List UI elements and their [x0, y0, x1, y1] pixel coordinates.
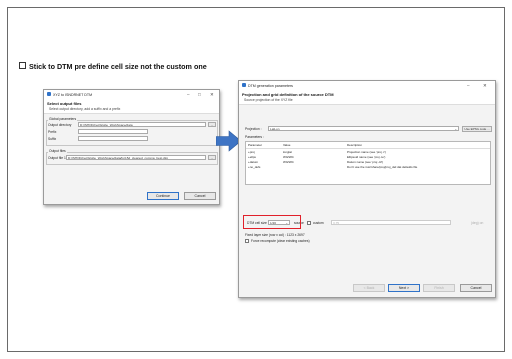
custom-label: custom: [313, 220, 324, 225]
dtm-parameters-dialog: DTM generation parameters – ✕ Projection…: [238, 80, 496, 298]
bullet-point: Stick to DTM pre define cell size not th…: [19, 62, 207, 71]
table-cell: Don't use the /usr/share/proj/proj_def.d…: [347, 164, 418, 169]
dialog-titlebar: XYZ to ISNDRNET DTM – □ ✕: [44, 90, 219, 99]
output-directory-input[interactable]: D:/ISHOD/net/Globe_WorkSpace/data: [78, 122, 206, 127]
table-cell: Datum name (see 'proj -ld'): [347, 159, 383, 164]
column-header: Value: [283, 143, 291, 148]
output-file-label: Output file 1: [48, 155, 66, 160]
continue-button[interactable]: Continue: [147, 192, 179, 200]
header-subtitle: Select output directory, add a suffix an…: [49, 106, 121, 111]
prefix-input[interactable]: [78, 129, 148, 134]
bullet-text: Stick to DTM pre define cell size not th…: [29, 62, 207, 71]
suffix-label: Suffix: [48, 137, 57, 141]
table-header: Parameter Value Description: [246, 142, 490, 149]
table-cell: WGS84: [283, 154, 294, 159]
parameters-label: Parameters :: [245, 135, 264, 139]
projection-label: Projection :: [245, 127, 262, 131]
table-cell: WGS84: [283, 159, 294, 164]
table-cell: longlat: [283, 149, 292, 154]
table-cell: +no_defs: [248, 164, 261, 169]
back-button[interactable]: < Back: [353, 284, 385, 292]
next-button[interactable]: Next >: [388, 284, 420, 292]
table-cell: +datum: [248, 159, 259, 164]
output-directory-label: Output directory: [48, 123, 72, 127]
app-icon: [242, 83, 246, 88]
suffix-input[interactable]: [78, 136, 148, 141]
browse-directory-button[interactable]: ...: [208, 122, 216, 127]
dialog-header: Select output files Select output direct…: [44, 99, 219, 114]
force-recompute-label: Force recompute (clear existing caches): [251, 239, 310, 243]
app-icon: [47, 92, 51, 97]
minimize-icon[interactable]: –: [467, 83, 470, 88]
output-files-dialog: XYZ to ISNDRNET DTM – □ ✕ Select output …: [43, 89, 220, 205]
header-title: Select output files: [47, 100, 82, 106]
table-cell: Projection name (see 'proj -l'): [347, 149, 386, 154]
dialog-header: Projection and grid definition of the so…: [239, 90, 495, 105]
bullet-square-icon: [19, 62, 26, 69]
dialog-title: XYZ to ISNDRNET DTM: [53, 92, 93, 97]
table-cell: Ellipsoid name (see 'proj -le'): [347, 154, 386, 159]
column-header: Parameter: [248, 143, 263, 148]
global-parameters-label: Global parameters: [48, 116, 78, 121]
cancel-button[interactable]: Cancel: [460, 284, 492, 292]
projection-value: LatLon: [270, 127, 280, 131]
minimize-icon[interactable]: –: [187, 92, 190, 97]
cell-size-highlight: [243, 215, 301, 229]
dialog-title: DTM generation parameters: [248, 83, 293, 88]
close-icon[interactable]: ✕: [210, 92, 214, 98]
header-subtitle: Source projection of the XYZ file: [244, 97, 293, 102]
projection-select[interactable]: LatLon ⌄: [268, 126, 459, 131]
finish-button[interactable]: Finish: [423, 284, 455, 292]
use-epsg-button[interactable]: Use EPSG code ...: [462, 125, 492, 132]
maximize-icon[interactable]: □: [198, 92, 201, 97]
dialog-titlebar: DTM generation parameters – ✕: [239, 81, 495, 90]
table-cell: +proj: [248, 149, 255, 154]
layer-size-text: Fixed layer size (row x col) : 1123 x 26…: [245, 233, 305, 237]
chevron-down-icon: ⌄: [454, 127, 457, 131]
header-title: Projection and grid definition of the so…: [242, 91, 334, 97]
prefix-label: Prefix: [48, 130, 57, 134]
table-cell: +ellps: [248, 154, 256, 159]
close-icon[interactable]: ✕: [483, 83, 487, 89]
custom-checkbox[interactable]: [307, 220, 311, 225]
output-files-label: Output files: [48, 148, 67, 153]
custom-cell-size-input[interactable]: 3.75: [331, 219, 451, 225]
parameters-table: Parameter Value Description +proj longla…: [245, 141, 491, 185]
unit-label: (deg) on: [471, 220, 484, 225]
force-recompute-checkbox[interactable]: [245, 239, 249, 243]
browse-file-button[interactable]: ...: [208, 154, 216, 160]
column-header: Description: [347, 143, 363, 148]
output-file-input[interactable]: D:/ISHOD/net/Globe_WorkSpace/data/for15d…: [66, 154, 206, 160]
cancel-button[interactable]: Cancel: [184, 192, 216, 200]
